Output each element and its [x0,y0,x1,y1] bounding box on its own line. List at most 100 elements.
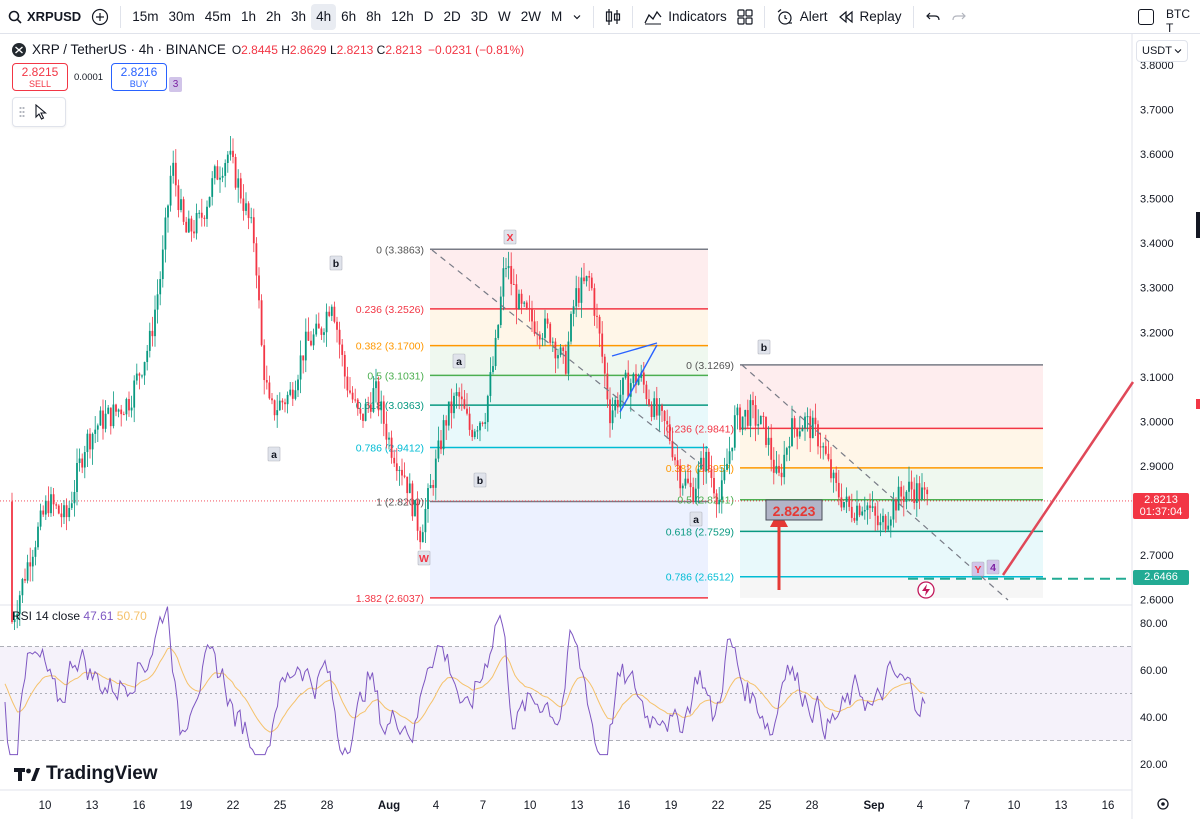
time-axis-label: 13 [1055,800,1068,812]
rsi-label: RSI 14 close [12,609,81,623]
candle-body [915,483,918,503]
candle-body [484,422,487,424]
candle-body [115,404,117,412]
symbol-search[interactable]: XRPUSD [0,4,86,30]
sell-button[interactable]: 2.8215 SELL [12,63,68,91]
chart-canvas[interactable]: 3.80003.70003.60003.50003.40003.30003.20… [0,34,1200,819]
candle-body [349,390,351,393]
alert-button[interactable]: Alert [771,4,833,30]
candle-body [50,494,52,514]
candle-body [70,503,73,508]
candle-body [499,296,502,326]
candle-body [609,399,611,424]
candle-body [395,463,398,472]
candle-body [86,433,89,453]
candle-body [627,372,630,397]
candle-body [533,321,536,334]
redo-button[interactable] [946,4,972,30]
interval-3h[interactable]: 3h [286,4,311,30]
candle-body [655,398,658,416]
candle-body [801,428,804,432]
candle-body [653,398,656,418]
interval-2d[interactable]: 2D [438,4,465,30]
candle-body [213,166,216,179]
rsi-axis-label: 40.00 [1140,712,1168,724]
candle-body [78,458,81,463]
candle-body [393,457,396,464]
interval-30m[interactable]: 30m [163,4,199,30]
candle-body [211,178,214,197]
time-axis-label: 10 [1008,800,1021,812]
candle-body [767,437,770,445]
compare-checkbox[interactable] [1138,9,1154,25]
candle-body [921,487,923,500]
candle-body [216,166,219,180]
open-value: 2.8445 [241,42,278,57]
cursor-icon[interactable] [35,104,47,120]
interval-3d[interactable]: 3D [466,4,493,30]
tradingview-mark-icon [14,768,40,781]
order-qty-badge[interactable]: 3 [169,77,182,92]
candle-body [271,398,273,401]
drag-handle-icon[interactable] [19,106,25,118]
candle-body [570,313,572,342]
candle-body [918,483,921,500]
price-axis-label: 3.6000 [1140,149,1174,161]
interval-w[interactable]: W [493,4,516,30]
candle-body [372,388,375,412]
candle-body [427,488,429,509]
candle-body [577,288,580,303]
buy-button[interactable]: 2.8216 BUY [111,63,167,91]
candle-body [195,213,198,234]
interval-2w[interactable]: 2W [516,4,546,30]
replay-button[interactable]: Replay [833,4,907,30]
candle-body [494,337,497,367]
time-axis-label: 7 [964,800,970,812]
candle-body [489,372,492,396]
candle-body [187,218,190,233]
candle-body [154,309,156,337]
candle-body [650,404,653,418]
compare-symbol-button[interactable] [86,4,114,30]
indicators-button[interactable]: Indicators [639,4,732,30]
interval-8h[interactable]: 8h [361,4,386,30]
interval-d[interactable]: D [419,4,439,30]
candle-body [380,401,383,411]
candle-body [317,323,320,329]
rsi-value: 47.61 [83,609,114,623]
interval-6h[interactable]: 6h [336,4,361,30]
rsi-axis-label: 20.00 [1140,759,1168,771]
undo-button[interactable] [920,4,946,30]
candle-body [671,440,674,458]
interval-15m[interactable]: 15m [127,4,163,30]
interval-1h[interactable]: 1h [236,4,261,30]
interval-dropdown[interactable] [567,4,587,30]
candle-body [73,492,76,504]
interval-m[interactable]: M [546,4,567,30]
candle-body [250,217,253,219]
wave-label-text: b [761,342,767,354]
candle-body [681,485,684,489]
chart-type-button[interactable] [600,4,626,30]
candle-body [193,231,195,234]
currency-selector[interactable]: USDT [1136,40,1188,62]
fib-label-left: 0.786 (2.9412) [356,443,424,455]
candle-body [96,425,99,430]
candle-body [502,268,505,297]
candle-body [926,489,929,495]
candle-body [185,221,188,233]
interval-2h[interactable]: 2h [261,4,286,30]
wave-label-text: a [693,514,699,526]
layouts-button[interactable] [732,4,758,30]
interval-4h[interactable]: 4h [311,3,337,30]
candle-body [572,306,575,314]
candle-body [364,403,367,421]
candle-body [336,321,338,330]
candle-body [619,394,622,408]
candle-body [770,437,773,460]
interval-45m[interactable]: 45m [200,4,236,30]
interval-12h[interactable]: 12h [386,4,419,30]
candle-body [206,206,208,219]
candle-body [406,476,409,494]
candle-body [606,373,609,400]
